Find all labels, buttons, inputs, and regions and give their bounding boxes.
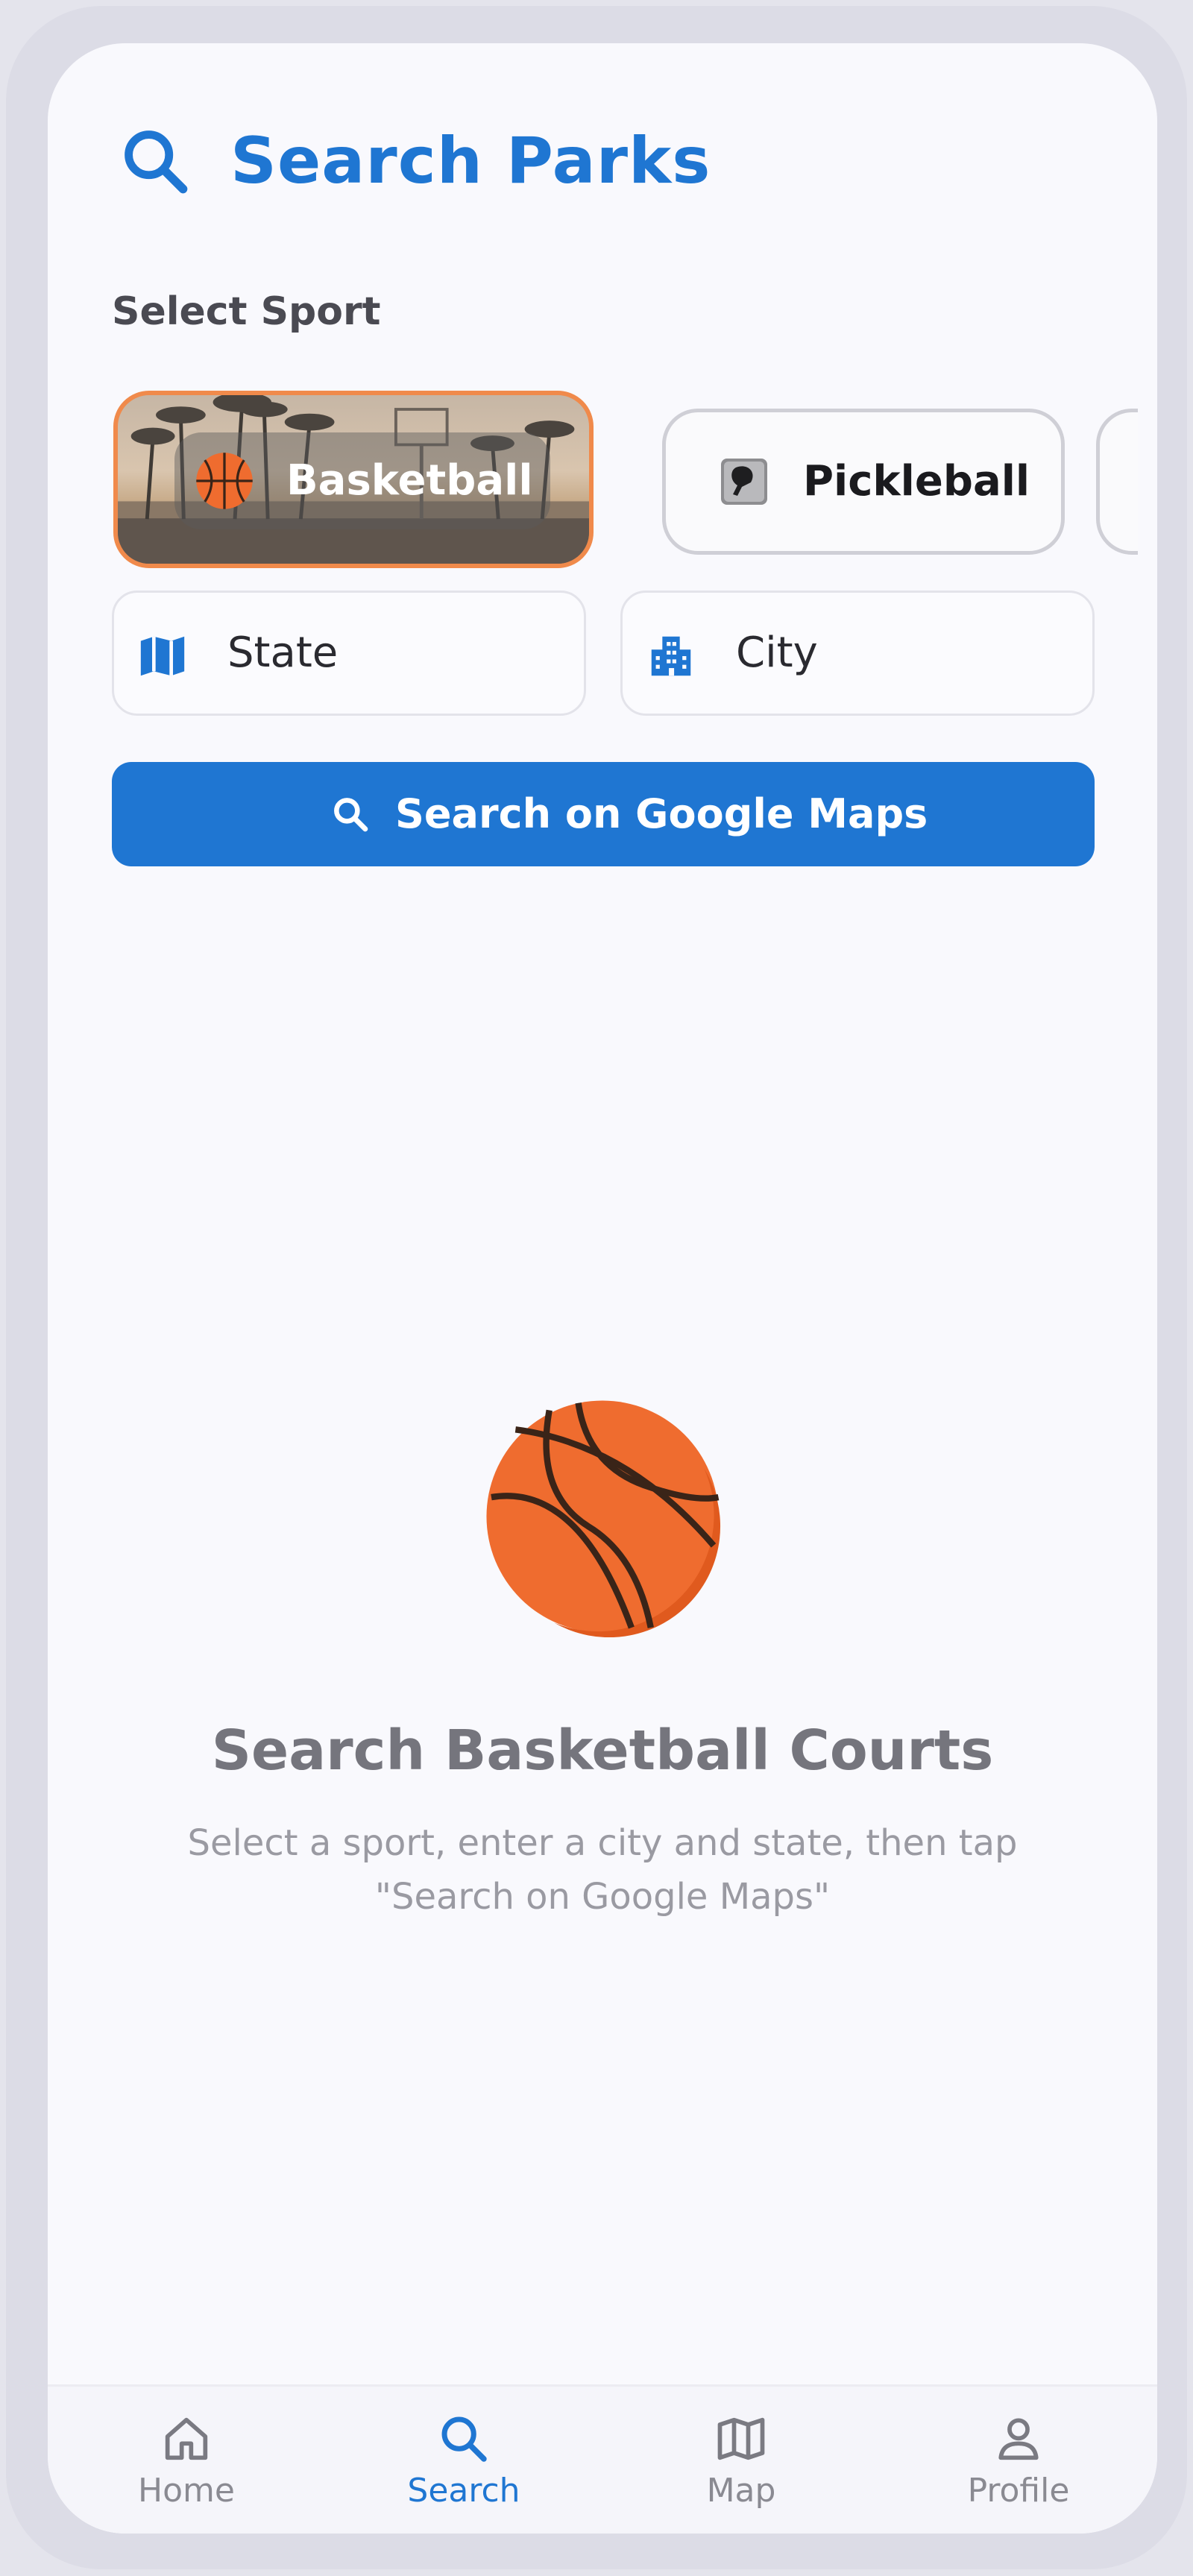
nav-item-profile[interactable]: Profile — [880, 2387, 1157, 2534]
search-icon — [125, 130, 188, 194]
nav-item-search[interactable]: Search — [325, 2387, 602, 2534]
nav-label-home: Home — [138, 2472, 235, 2510]
basketball-icon — [196, 453, 253, 509]
sport-chip-next[interactable] — [1096, 409, 1138, 555]
bottom-nav: Home Search Map Profile — [48, 2384, 1157, 2534]
basketball-icon — [486, 1400, 721, 1637]
sport-selector: Basketball Pickleball — [112, 355, 1138, 579]
nav-label-map: Map — [706, 2472, 776, 2510]
empty-state-title: Search Basketball Courts — [211, 1719, 994, 1783]
nav-item-home[interactable]: Home — [48, 2387, 325, 2534]
city-building-icon — [651, 636, 691, 676]
map-icon — [717, 2417, 765, 2460]
sport-chip-label: Pickleball — [803, 457, 1030, 506]
page-title: Search Parks — [230, 124, 711, 198]
search-icon — [441, 2416, 487, 2462]
nav-label-search: Search — [407, 2472, 520, 2510]
map-icon — [140, 636, 185, 676]
state-field[interactable]: State — [112, 591, 586, 716]
search-icon — [334, 798, 368, 832]
state-field-placeholder: State — [227, 629, 339, 677]
profile-icon — [998, 2418, 1039, 2460]
nav-label-profile: Profile — [967, 2472, 1070, 2510]
search-google-maps-button[interactable]: Search on Google Maps — [112, 762, 1095, 866]
home-icon — [165, 2417, 208, 2460]
basketball-chip-label-overlay: Basketball — [174, 432, 550, 529]
select-sport-label: Select Sport — [112, 289, 381, 334]
sport-chip-basketball[interactable]: Basketball — [113, 391, 594, 568]
city-field[interactable]: City — [620, 591, 1095, 716]
sport-chip-label: Basketball — [286, 456, 533, 505]
device-frame: Search Parks Select Sport Basketball Pic… — [6, 6, 1187, 2569]
pickleball-paddle-icon — [721, 459, 767, 505]
sport-chip-pickleball[interactable]: Pickleball — [662, 409, 1065, 555]
city-field-placeholder: City — [736, 629, 818, 677]
nav-item-map[interactable]: Map — [602, 2387, 880, 2534]
empty-state-description: Select a sport, enter a city and state, … — [187, 1822, 1018, 1918]
search-button-label: Search on Google Maps — [395, 790, 928, 837]
app-screen: Search Parks Select Sport Basketball Pic… — [48, 43, 1157, 2534]
